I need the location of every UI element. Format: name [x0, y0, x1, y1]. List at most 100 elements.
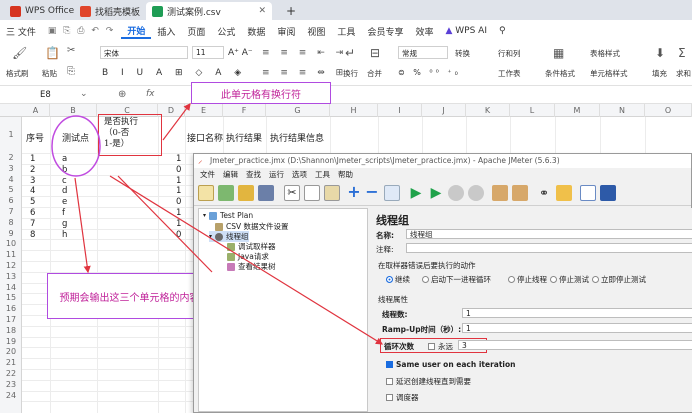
cell-b[interactable]: h [62, 230, 67, 240]
column-header[interactable]: A [22, 104, 50, 117]
paste-icon[interactable] [324, 185, 340, 201]
tree-test-plan[interactable]: ▾ Test Plan [203, 211, 253, 220]
column-header[interactable]: K [466, 104, 510, 117]
cell-b[interactable]: e [62, 197, 67, 207]
menu-insert[interactable]: 插入 [151, 25, 181, 38]
row-header[interactable]: 15 [0, 293, 22, 304]
start-icon[interactable]: ▶ [408, 185, 424, 201]
same-user-checkbox[interactable]: Same user on each iteration [386, 360, 515, 369]
cell-c[interactable]: 0 [176, 197, 181, 207]
menu-data[interactable]: 数据 [241, 25, 271, 38]
wrap-icon[interactable]: ↵ [345, 46, 355, 60]
row-header[interactable]: 3 [0, 164, 22, 175]
close-icon[interactable]: ✕ [258, 6, 266, 16]
row-col-button[interactable]: 行和列 [498, 48, 521, 59]
cond-format-label[interactable]: 条件格式 [545, 68, 575, 79]
reset-search-icon[interactable] [556, 185, 572, 201]
zoom-icon[interactable]: ⊕ [118, 89, 126, 100]
radio-stop-test[interactable]: 停止测试 [550, 274, 589, 285]
column-header[interactable]: F [223, 104, 266, 117]
row-header[interactable]: 9 [0, 229, 22, 240]
cell-c[interactable]: 1 [176, 154, 181, 164]
column-header[interactable]: N [600, 104, 645, 117]
stop-icon[interactable] [448, 185, 464, 201]
help-icon[interactable] [600, 185, 616, 201]
cell-d1[interactable]: 接口名称 [187, 131, 223, 144]
merge-label[interactable]: 合并 [367, 68, 382, 79]
cell-a[interactable]: 2 [30, 165, 35, 175]
tab-template[interactable]: 找稻壳模板 [74, 2, 146, 20]
cell-a[interactable]: 1 [30, 154, 35, 164]
cell-b[interactable]: f [62, 208, 65, 218]
fill-icon[interactable]: ⬇ [655, 46, 665, 60]
number-format-select[interactable]: 常规 [398, 46, 448, 59]
tab-csv-file[interactable]: 测试案例.csv ✕ [146, 2, 272, 20]
cell-e1[interactable]: 执行结果 [226, 131, 262, 144]
column-header[interactable]: J [422, 104, 466, 117]
radio-next-loop[interactable]: 启动下一进程循环 [422, 274, 491, 285]
column-header[interactable]: O [645, 104, 692, 117]
jmeter-menu-help[interactable]: 帮助 [338, 169, 353, 180]
save-icon[interactable] [258, 185, 274, 201]
cell-a[interactable]: 7 [30, 219, 35, 229]
row-header[interactable]: 8 [0, 218, 22, 229]
rampup-input[interactable]: 1 [462, 323, 692, 333]
tab-wps-office[interactable]: WPS Office [4, 2, 80, 20]
start-no-timers-icon[interactable]: ▶ [428, 185, 444, 201]
row-header[interactable]: 24 [0, 391, 22, 402]
cell-c[interactable]: 1 [176, 208, 181, 218]
row-header[interactable]: 17 [0, 315, 22, 326]
copy-icon[interactable]: ⎘ [67, 66, 75, 77]
convert-button[interactable]: 转换 [455, 48, 470, 59]
clear-all-icon[interactable] [512, 185, 528, 201]
file-menu[interactable]: 三 文件 [0, 25, 42, 38]
column-header[interactable]: G [266, 104, 330, 117]
sum-icon[interactable]: Σ [678, 46, 686, 60]
font-style-buttons[interactable]: B I U A ⊞ ◇ A ◈ [102, 68, 246, 78]
cell-b[interactable]: g [62, 219, 67, 229]
worksheet-button[interactable]: 工作表 [498, 68, 521, 79]
paste-icon[interactable]: 📋 [45, 46, 60, 60]
row-header[interactable]: 5 [0, 185, 22, 196]
paste-label[interactable]: 粘贴 [42, 68, 57, 79]
row-header[interactable]: 2 [0, 153, 22, 164]
row-header[interactable]: 22 [0, 369, 22, 380]
radio-continue[interactable]: 继续 [386, 274, 410, 285]
open-icon[interactable] [238, 185, 254, 201]
align-bottom-icons[interactable]: ≡ ≡ ≡ ⇹ ⊞ [262, 68, 347, 78]
clear-icon[interactable] [492, 185, 508, 201]
name-input[interactable]: 线程组 [406, 229, 692, 239]
menu-efficiency[interactable]: 效率 [409, 25, 439, 38]
new-tab-button[interactable]: + [280, 2, 302, 20]
templates-icon[interactable] [218, 185, 234, 201]
row-header[interactable]: 13 [0, 272, 22, 283]
jmeter-menu-tools[interactable]: 工具 [315, 169, 330, 180]
column-header[interactable]: D [158, 104, 185, 117]
cell-c[interactable]: 0 [176, 230, 181, 240]
threads-input[interactable]: 1 [462, 308, 692, 318]
fill-label[interactable]: 填充 [652, 68, 667, 79]
cell-a[interactable]: 4 [30, 186, 35, 196]
menu-member[interactable]: 会员专享 [361, 25, 409, 38]
search-icon[interactable]: ⚲ [493, 26, 512, 36]
function-helper-icon[interactable] [580, 185, 596, 201]
format-painter-label[interactable]: 格式刷 [6, 68, 29, 79]
toggle-icon[interactable] [384, 185, 400, 201]
column-header[interactable]: E [185, 104, 223, 117]
font-size-select[interactable]: 11 [192, 46, 224, 59]
copy-icon[interactable] [304, 185, 320, 201]
row-header[interactable]: 7 [0, 207, 22, 218]
collapse-icon[interactable]: − [364, 184, 380, 201]
row-header[interactable]: 4 [0, 175, 22, 186]
column-header[interactable]: L [510, 104, 555, 117]
menu-wps-ai[interactable]: ▲ WPS AI [439, 26, 493, 36]
row-header[interactable]: 16 [0, 304, 22, 315]
row-header[interactable]: 10 [0, 239, 22, 250]
row-header[interactable]: 21 [0, 358, 22, 369]
row-header[interactable]: 6 [0, 196, 22, 207]
cell-c[interactable]: 1 [176, 186, 181, 196]
shutdown-icon[interactable] [468, 185, 484, 201]
cell-b[interactable]: d [62, 186, 67, 196]
merge-icon[interactable]: ⊟ [370, 46, 380, 60]
cell-c[interactable]: 1 [176, 219, 181, 229]
